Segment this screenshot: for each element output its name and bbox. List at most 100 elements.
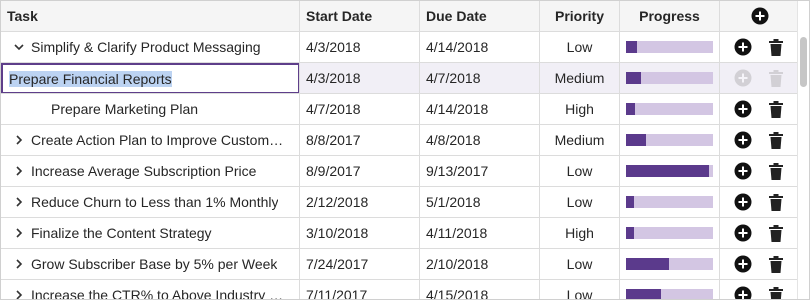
chevron-down-icon[interactable] (9, 42, 29, 52)
table-row[interactable]: Reduce Churn to Less than 1% Monthly 2/12… (1, 187, 799, 218)
chevron-right-icon[interactable] (9, 166, 29, 176)
plus-circle-icon[interactable] (734, 131, 752, 149)
row-actions (720, 94, 799, 124)
priority-cell[interactable]: Medium (540, 125, 620, 155)
progress-cell[interactable] (620, 218, 720, 248)
trash-icon[interactable] (767, 38, 785, 56)
trash-icon[interactable] (767, 255, 785, 273)
task-cell[interactable]: Finalize the Content Strategy (1, 218, 300, 248)
plus-circle-icon[interactable] (734, 286, 752, 299)
column-header-due-date[interactable]: Due Date (420, 1, 540, 31)
column-header-priority[interactable]: Priority (540, 1, 620, 31)
task-name: Increase Average Subscription Price (31, 163, 257, 179)
start-date-cell[interactable]: 4/7/2018 (300, 94, 420, 124)
progress-cell[interactable] (620, 32, 720, 62)
table-row[interactable]: Increase the CTR% to Above Industry … 7/1… (1, 280, 799, 299)
row-actions (720, 280, 799, 299)
progress-cell[interactable] (620, 94, 720, 124)
priority-cell[interactable]: Low (540, 187, 620, 217)
due-date-cell[interactable]: 4/14/2018 (420, 32, 540, 62)
start-date-cell[interactable]: 8/8/2017 (300, 125, 420, 155)
priority-cell[interactable]: High (540, 218, 620, 248)
priority-cell[interactable]: Low (540, 32, 620, 62)
column-header-task[interactable]: Task (1, 1, 300, 31)
row-actions (720, 187, 799, 217)
task-cell[interactable]: Prepare Financial Reports (1, 63, 300, 93)
plus-circle-icon[interactable] (734, 69, 752, 87)
priority-cell[interactable]: Medium (540, 63, 620, 93)
due-date-cell[interactable]: 4/7/2018 (420, 63, 540, 93)
due-date-cell[interactable]: 9/13/2017 (420, 156, 540, 186)
task-cell[interactable]: Grow Subscriber Base by 5% per Week (1, 249, 300, 279)
trash-icon[interactable] (767, 286, 785, 299)
row-actions (720, 218, 799, 248)
due-date-cell[interactable]: 4/15/2018 (420, 280, 540, 299)
plus-circle-icon[interactable] (734, 38, 752, 56)
chevron-right-icon[interactable] (9, 228, 29, 238)
table-row[interactable]: Simplify & Clarify Product Messaging 4/3/… (1, 32, 799, 63)
chevron-right-icon[interactable] (9, 197, 29, 207)
progress-fill (626, 289, 661, 299)
start-date-cell[interactable]: 3/10/2018 (300, 218, 420, 248)
task-cell[interactable]: Increase Average Subscription Price (1, 156, 300, 186)
start-date-cell[interactable]: 8/9/2017 (300, 156, 420, 186)
due-date-cell[interactable]: 4/14/2018 (420, 94, 540, 124)
table-row[interactable]: Prepare Financial Reports 4/3/2018 4/7/201… (1, 63, 799, 94)
start-date-cell[interactable]: 7/24/2017 (300, 249, 420, 279)
column-header-progress[interactable]: Progress (620, 1, 720, 31)
task-cell[interactable]: Simplify & Clarify Product Messaging (1, 32, 300, 62)
start-date-cell[interactable]: 4/3/2018 (300, 63, 420, 93)
progress-cell[interactable] (620, 187, 720, 217)
progress-fill (626, 72, 641, 84)
trash-icon[interactable] (767, 131, 785, 149)
start-date-cell[interactable]: 2/12/2018 (300, 187, 420, 217)
due-date-cell[interactable]: 2/10/2018 (420, 249, 540, 279)
plus-circle-icon[interactable] (751, 7, 769, 25)
chevron-right-icon[interactable] (9, 135, 29, 145)
task-cell[interactable]: Prepare Marketing Plan (1, 94, 300, 124)
priority-cell[interactable]: Low (540, 249, 620, 279)
due-date-cell[interactable]: 4/11/2018 (420, 218, 540, 248)
trash-icon[interactable] (767, 162, 785, 180)
column-header-start-date[interactable]: Start Date (300, 1, 420, 31)
priority-cell[interactable]: Low (540, 280, 620, 299)
chevron-right-icon[interactable] (9, 259, 29, 269)
plus-circle-icon[interactable] (734, 193, 752, 211)
progress-bar (626, 196, 713, 208)
task-name: Finalize the Content Strategy (31, 225, 212, 241)
task-cell[interactable]: Reduce Churn to Less than 1% Monthly (1, 187, 300, 217)
trash-icon[interactable] (767, 193, 785, 211)
task-cell[interactable]: Create Action Plan to Improve Custom… (1, 125, 300, 155)
start-date-cell[interactable]: 4/3/2018 (300, 32, 420, 62)
table-row[interactable]: Prepare Marketing Plan 4/7/2018 4/14/2018 H… (1, 94, 799, 125)
table-row[interactable]: Grow Subscriber Base by 5% per Week 7/24/… (1, 249, 799, 280)
plus-circle-icon[interactable] (734, 100, 752, 118)
progress-cell[interactable] (620, 280, 720, 299)
trash-icon[interactable] (767, 69, 785, 87)
task-name: Grow Subscriber Base by 5% per Week (31, 256, 278, 272)
task-cell[interactable]: Increase the CTR% to Above Industry … (1, 280, 300, 299)
scrollbar-thumb[interactable] (800, 37, 807, 87)
progress-bar (626, 258, 713, 270)
progress-cell[interactable] (620, 156, 720, 186)
task-edit-input[interactable]: Prepare Financial Reports (1, 63, 299, 93)
trash-icon[interactable] (767, 100, 785, 118)
table-row[interactable]: Create Action Plan to Improve Custom… 8/8… (1, 125, 799, 156)
due-date-cell[interactable]: 4/8/2018 (420, 125, 540, 155)
due-date-cell[interactable]: 5/1/2018 (420, 187, 540, 217)
grid-header-row: Task Start Date Due Date Priority Progre… (1, 1, 799, 32)
progress-cell[interactable] (620, 125, 720, 155)
plus-circle-icon[interactable] (734, 162, 752, 180)
progress-cell[interactable] (620, 63, 720, 93)
progress-cell[interactable] (620, 249, 720, 279)
priority-cell[interactable]: High (540, 94, 620, 124)
start-date-cell[interactable]: 7/11/2017 (300, 280, 420, 299)
table-row[interactable]: Increase Average Subscription Price 8/9/2… (1, 156, 799, 187)
table-row[interactable]: Finalize the Content Strategy 3/10/2018 4/… (1, 218, 799, 249)
plus-circle-icon[interactable] (734, 224, 752, 242)
priority-cell[interactable]: Low (540, 156, 620, 186)
plus-circle-icon[interactable] (734, 255, 752, 273)
chevron-right-icon[interactable] (9, 290, 29, 299)
vertical-scrollbar[interactable] (797, 1, 809, 299)
trash-icon[interactable] (767, 224, 785, 242)
